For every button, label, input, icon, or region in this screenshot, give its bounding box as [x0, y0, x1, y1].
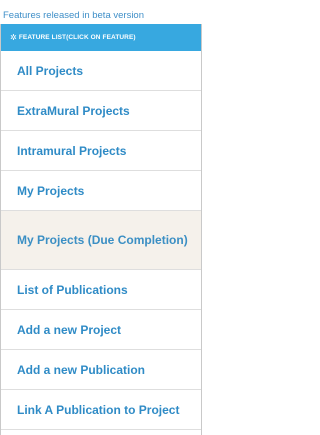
menu-item-extramural-projects[interactable]: ExtraMural Projects	[1, 91, 201, 131]
feature-list-header: ✲ FEATURE LIST(CLICK ON FEATURE)	[1, 24, 201, 51]
menu-item-link-publication-to-project[interactable]: Link A Publication to Project	[1, 390, 201, 430]
menu-item-add-new-project[interactable]: Add a new Project	[1, 310, 201, 350]
feature-list-title: FEATURE LIST(CLICK ON FEATURE)	[18, 34, 136, 41]
beta-note: Features released in beta version	[3, 10, 144, 21]
menu-item-list-of-publications[interactable]: List of Publications	[1, 270, 201, 310]
menu-item-all-projects[interactable]: All Projects	[1, 51, 201, 91]
menu-item-add-new-publication[interactable]: Add a new Publication	[1, 350, 201, 390]
menu-item-my-projects[interactable]: My Projects	[1, 171, 201, 211]
gear-icon: ✲	[10, 32, 17, 42]
menu-item-my-projects-due-completion[interactable]: My Projects (Due Completion)	[1, 211, 201, 270]
feature-list-panel: ✲ FEATURE LIST(CLICK ON FEATURE) All Pro…	[0, 24, 202, 435]
menu-item-intramural-projects[interactable]: Intramural Projects	[1, 131, 201, 171]
